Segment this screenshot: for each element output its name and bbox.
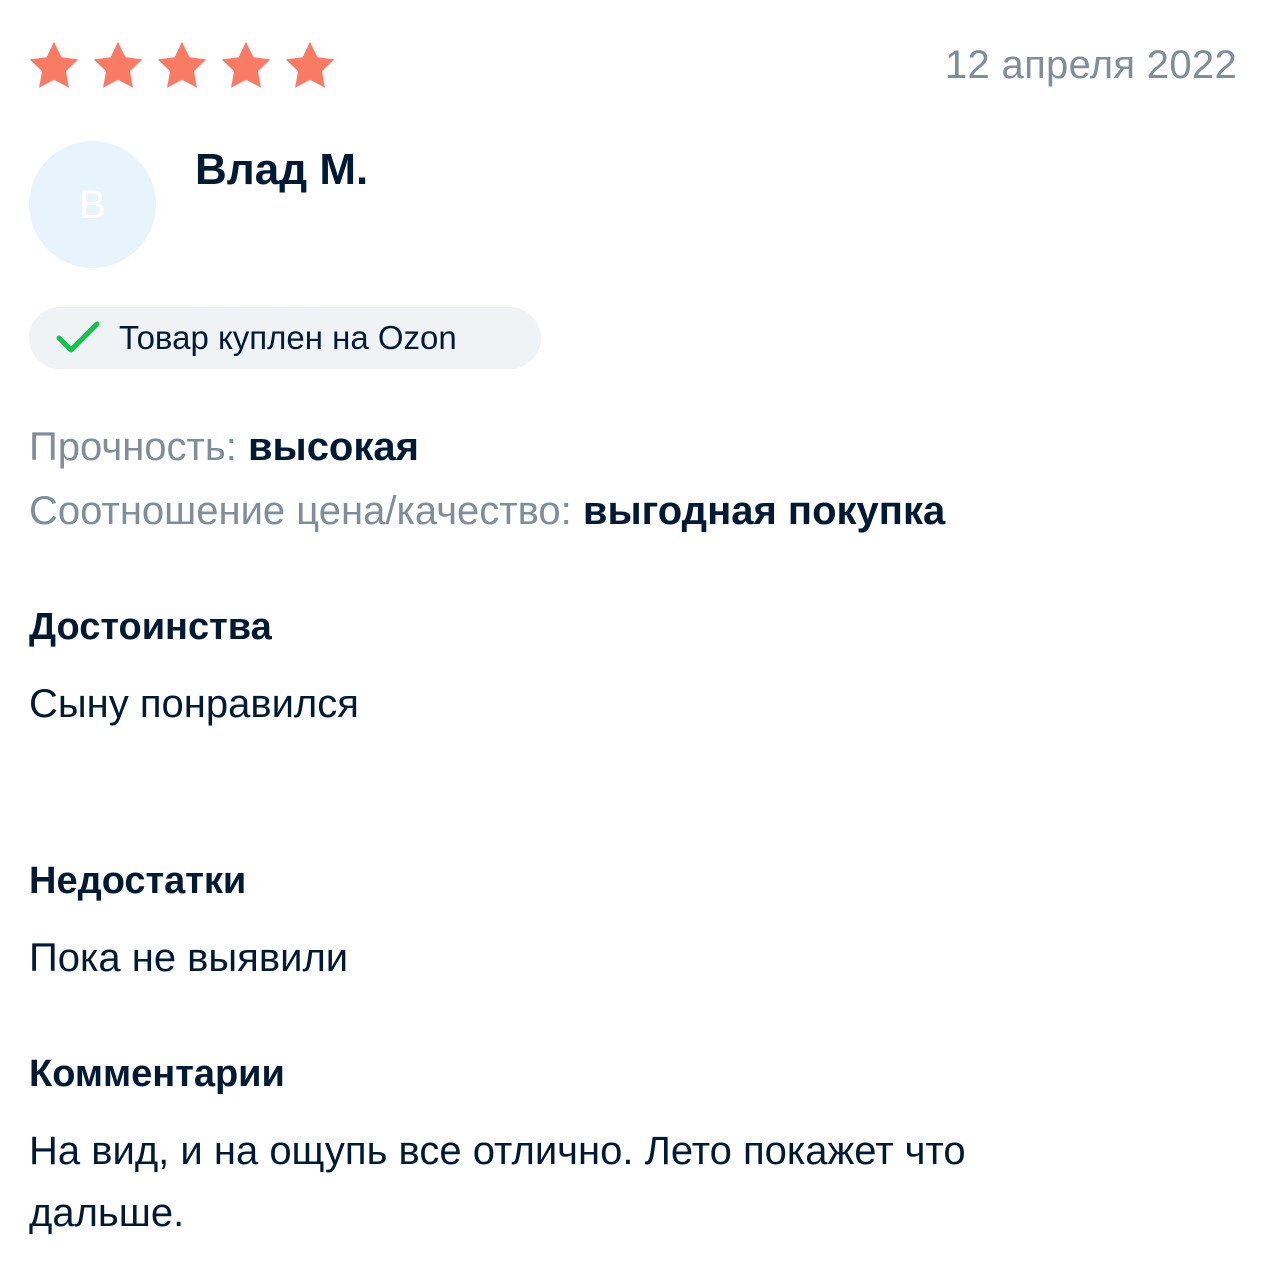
checkmark-icon bbox=[56, 321, 100, 353]
pros-title: Достоинства bbox=[29, 606, 272, 648]
comment-title: Комментарии bbox=[29, 1053, 285, 1095]
star-icon bbox=[220, 38, 284, 92]
rating-stars bbox=[28, 38, 348, 92]
avatar-letter: В bbox=[79, 182, 106, 227]
verified-purchase-badge: Товар куплен на Ozon bbox=[29, 307, 541, 369]
cons-title: Недостатки bbox=[29, 860, 247, 902]
review-date: 12 апреля 2022 bbox=[945, 43, 1237, 87]
attribute-value: выгодная покупка bbox=[582, 489, 946, 533]
star-icon bbox=[156, 38, 220, 92]
avatar[interactable]: В bbox=[29, 141, 156, 268]
attribute-value: высокая bbox=[247, 425, 419, 469]
attribute-label: Соотношение цена/качество: bbox=[29, 489, 572, 533]
star-icon bbox=[28, 38, 92, 92]
author-name: Влад М. bbox=[195, 145, 369, 194]
cons-text: Пока не выявили bbox=[29, 936, 349, 980]
star-icon bbox=[284, 38, 348, 92]
star-icon bbox=[92, 38, 156, 92]
verified-purchase-label: Товар куплен на Ozon bbox=[119, 319, 457, 356]
pros-text: Сыну понравился bbox=[29, 682, 359, 726]
attribute-price-quality: Соотношение цена/качество: выгодная поку… bbox=[29, 486, 945, 536]
attribute-durability: Прочность: высокая bbox=[29, 422, 419, 472]
comment-text: На вид, и на ощупь все отлично. Лето пок… bbox=[29, 1129, 966, 1235]
attribute-label: Прочность: bbox=[29, 425, 237, 469]
